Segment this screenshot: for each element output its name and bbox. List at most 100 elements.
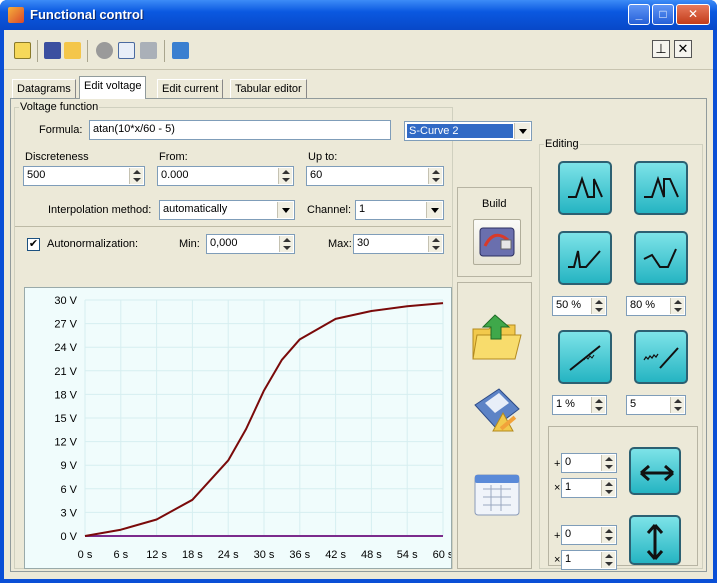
save-icon[interactable]: [44, 42, 61, 59]
x-tick-label: 48 s: [361, 549, 382, 561]
minimize-button[interactable]: _: [628, 4, 650, 25]
chevron-down-icon[interactable]: [514, 123, 530, 139]
new-icon[interactable]: [14, 42, 31, 59]
v-offset-spinner[interactable]: [601, 527, 615, 543]
x-tick-label: 18 s: [182, 549, 203, 561]
stretch-vertical-button[interactable]: [629, 515, 681, 565]
interpolation-select[interactable]: automatically: [159, 200, 295, 220]
save-button[interactable]: [469, 383, 525, 437]
y-tick-label: 12 V: [54, 437, 77, 449]
max-spinner[interactable]: [428, 236, 442, 252]
ramp-left-icon: [568, 250, 601, 268]
stretch-horizontal-button[interactable]: [629, 447, 681, 495]
discreteness-label: Discreteness: [25, 151, 89, 163]
h-offset-input[interactable]: 0: [561, 453, 617, 473]
y-tick-label: 9 V: [60, 460, 77, 472]
percent-left-value: 50 %: [556, 299, 582, 311]
dock-icon[interactable]: ⊥: [652, 40, 670, 58]
min-spinner[interactable]: [279, 236, 293, 252]
max-input[interactable]: 30: [353, 234, 444, 254]
v-offset-input[interactable]: 0: [561, 525, 617, 545]
editing-title: Editing: [544, 138, 580, 150]
load-button[interactable]: [469, 311, 525, 365]
percent-right-spinner[interactable]: [670, 298, 684, 314]
inverted-pulse-tool-button[interactable]: [634, 161, 688, 215]
x-tick-label: 30 s: [254, 549, 275, 561]
pulse-tool-button[interactable]: [558, 161, 612, 215]
h-scale-value: 1: [565, 481, 572, 493]
toolbar: ⊥ ✕: [4, 30, 713, 70]
formula-input[interactable]: atan(10*x/60 - 5): [89, 120, 391, 140]
ramp-left-tool-button[interactable]: [558, 231, 612, 285]
open-folder-icon[interactable]: [64, 42, 81, 59]
v-scale-input[interactable]: 1: [561, 550, 617, 570]
percent-left-input[interactable]: 50 %: [552, 296, 607, 316]
upto-input[interactable]: 60: [306, 166, 444, 186]
preview-icon[interactable]: [96, 42, 113, 59]
y-tick-label: 6 V: [60, 484, 77, 496]
y-tick-label: 30 V: [54, 295, 77, 307]
toolbar-separator: [37, 40, 38, 62]
tab-datagrams[interactable]: Datagrams: [12, 79, 76, 98]
h-scale-spinner[interactable]: [601, 480, 615, 496]
tab-edit-voltage[interactable]: Edit voltage: [79, 76, 147, 99]
v-scale-value: 1: [565, 553, 572, 565]
export-icon[interactable]: [172, 42, 189, 59]
discreteness-spinner[interactable]: [129, 168, 143, 184]
voltage-chart[interactable]: 0 s 6 s 12 s 18 s 24 s 30 s 36 s 42 s 48 s 54 s 60…: [24, 287, 454, 569]
window-title: Functional control: [30, 7, 144, 22]
title-bar[interactable]: Functional control _ □ ✕: [0, 0, 717, 30]
y-tick-label: 18 V: [54, 389, 77, 401]
tab-tabular-editor[interactable]: Tabular editor: [230, 79, 307, 98]
step-left-spinner[interactable]: [591, 397, 605, 413]
from-label: From:: [159, 151, 188, 163]
ramp-right-tool-button[interactable]: [634, 231, 688, 285]
app-icon: [8, 7, 24, 23]
close-panel-icon[interactable]: ✕: [674, 40, 692, 58]
step-right-input[interactable]: 5: [626, 395, 686, 415]
from-spinner[interactable]: [278, 168, 292, 184]
y-tick-label: 24 V: [54, 342, 77, 354]
percent-right-value: 80 %: [630, 299, 656, 311]
tab-edit-current[interactable]: Edit current: [157, 79, 224, 98]
step-left-value: 1 %: [556, 398, 575, 410]
linear-tool-button[interactable]: [558, 330, 612, 384]
close-button[interactable]: ✕: [676, 4, 710, 25]
step-right-spinner[interactable]: [670, 397, 684, 413]
min-input[interactable]: 0,000: [206, 234, 295, 254]
percent-right-input[interactable]: 80 %: [626, 296, 686, 316]
divider: [15, 226, 451, 227]
autonormalization-checkbox[interactable]: ✔: [27, 238, 40, 251]
noise-ramp-icon: [643, 347, 679, 369]
max-label: Max:: [328, 238, 352, 250]
h-scale-input[interactable]: 1: [561, 478, 617, 498]
noise-tool-button[interactable]: [634, 330, 688, 384]
app-window: Functional control _ □ ✕ ⊥ ✕ Datagrams E…: [0, 0, 717, 583]
from-input[interactable]: 0.000: [157, 166, 294, 186]
chevron-down-icon[interactable]: [277, 202, 293, 218]
h-offset-sign: +: [554, 458, 561, 470]
percent-left-spinner[interactable]: [591, 298, 605, 314]
curve-preset-value: S-Curve 2: [407, 124, 513, 138]
chevron-down-icon[interactable]: [426, 202, 442, 218]
inverted-pulse-icon: [644, 175, 679, 198]
x-tick-label: 12 s: [146, 549, 167, 561]
horizontal-arrows-icon: [640, 464, 674, 482]
page-setup-icon[interactable]: [118, 42, 135, 59]
build-label: Build: [482, 198, 507, 210]
maximize-button[interactable]: □: [652, 4, 674, 25]
x-tick-label: 42 s: [325, 549, 346, 561]
curve-preset-select[interactable]: S-Curve 2: [404, 121, 532, 141]
print-icon[interactable]: [140, 42, 157, 59]
x-tick-label: 60 s: [433, 549, 451, 561]
x-tick-label: 24 s: [218, 549, 239, 561]
build-button[interactable]: [473, 219, 521, 265]
chart-svg: 0 s 6 s 12 s 18 s 24 s 30 s 36 s 42 s 48 s 54 s 60…: [54, 295, 454, 561]
step-left-input[interactable]: 1 %: [552, 395, 607, 415]
table-button[interactable]: [469, 471, 525, 521]
discreteness-input[interactable]: 500: [23, 166, 145, 186]
upto-spinner[interactable]: [428, 168, 442, 184]
h-offset-spinner[interactable]: [601, 455, 615, 471]
v-scale-spinner[interactable]: [601, 552, 615, 568]
channel-select[interactable]: 1: [355, 200, 444, 220]
